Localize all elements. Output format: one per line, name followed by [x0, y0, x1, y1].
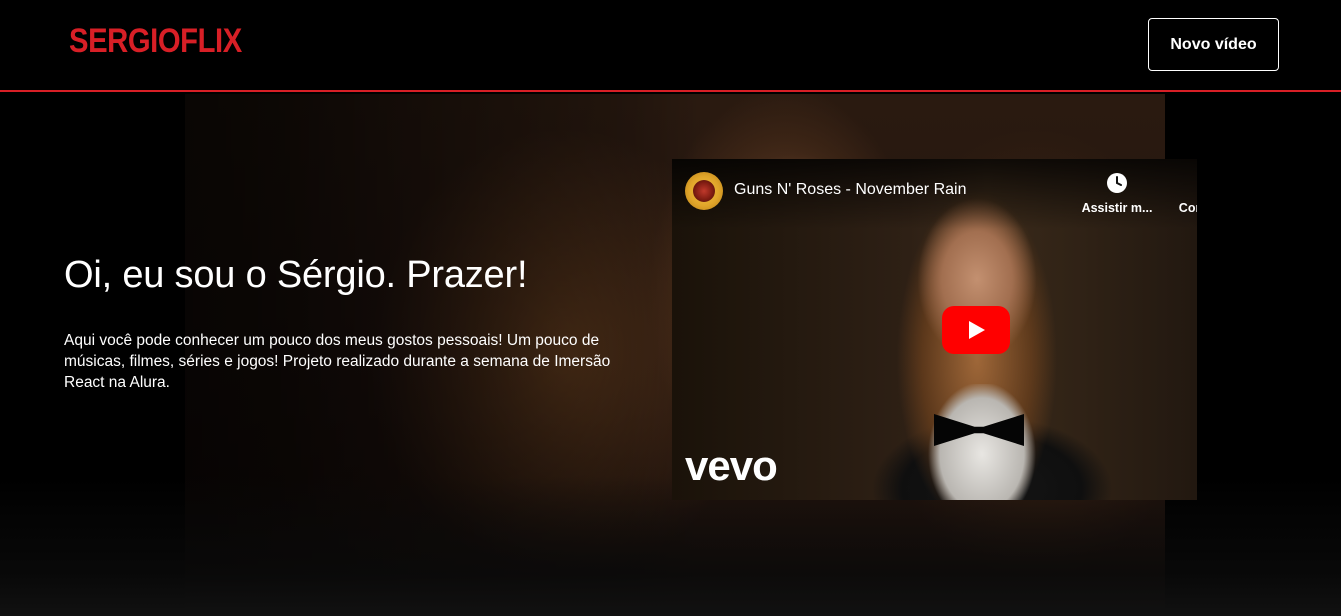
header: SERGIOFLIX Novo vídeo [0, 0, 1341, 92]
new-video-button[interactable]: Novo vídeo [1148, 18, 1279, 71]
play-icon [969, 321, 985, 339]
banner-description: Aqui você pode conhecer um pouco dos meu… [64, 332, 611, 391]
banner-title: Oi, eu sou o Sérgio. Prazer! [64, 254, 528, 296]
logo[interactable]: SERGIOFLIX [69, 22, 242, 60]
clock-icon [1107, 173, 1127, 193]
channel-avatar[interactable] [685, 172, 723, 210]
share-label: Compartilh... [1178, 201, 1197, 215]
watch-later-button[interactable]: Assistir m... [1072, 171, 1162, 215]
share-button[interactable]: Compartilh... [1172, 171, 1197, 215]
play-button[interactable] [942, 306, 1010, 354]
channel-avatar-logo [693, 180, 715, 202]
video-thumbnail-shirt [912, 384, 1052, 500]
watch-later-label: Assistir m... [1081, 201, 1153, 215]
video-title[interactable]: Guns N' Roses - November Rain [734, 181, 966, 199]
vevo-watermark: vevo [685, 442, 778, 489]
video-player[interactable]: Guns N' Roses - November Rain Assistir m… [672, 159, 1197, 500]
